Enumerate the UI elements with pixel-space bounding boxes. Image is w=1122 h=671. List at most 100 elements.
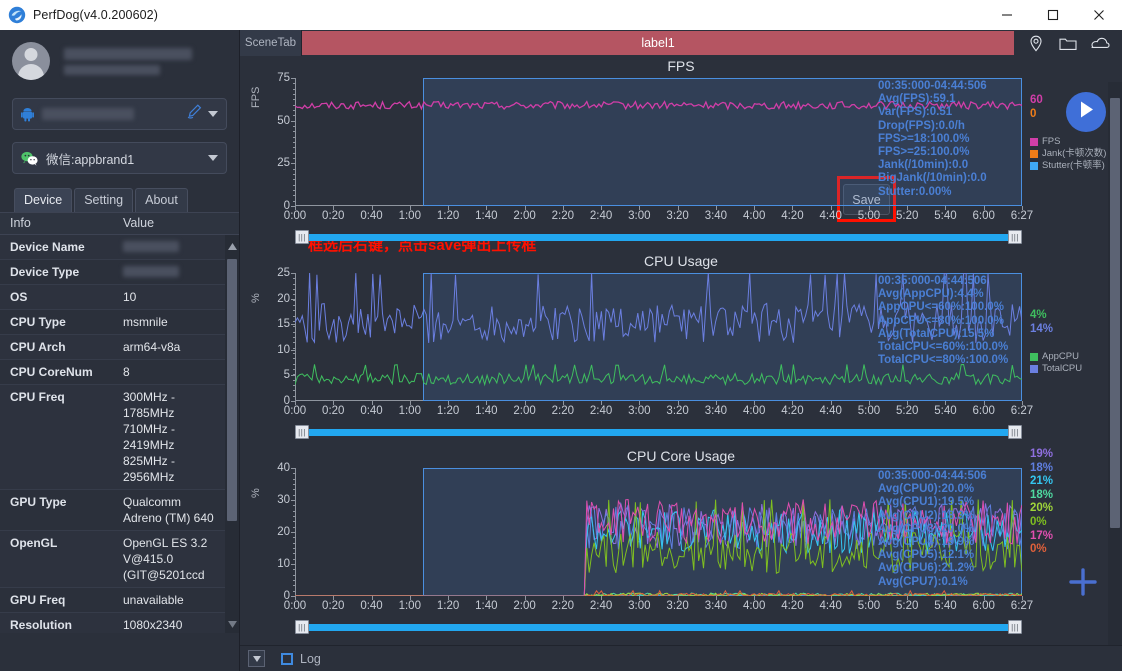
close-button[interactable] — [1076, 0, 1122, 30]
x-tick-mark — [639, 401, 641, 405]
y-tick-label: 25 — [277, 157, 290, 170]
legend-swatch — [1030, 150, 1038, 158]
table-row[interactable]: CPU Type msmnile — [0, 310, 239, 335]
slider-handle-right[interactable]: ||| — [1008, 620, 1022, 634]
info-value: 1080x2340 — [123, 618, 183, 632]
x-tick-label: 3:40 — [704, 405, 728, 417]
slider-track[interactable] — [295, 429, 1022, 436]
x-tick-mark — [448, 206, 450, 210]
legend-item[interactable]: FPS — [1030, 136, 1106, 148]
slider-handle-right[interactable]: ||| — [1008, 425, 1022, 439]
x-tick-mark — [601, 596, 603, 600]
current-value: 0% — [1030, 515, 1047, 528]
status-dropdown-button[interactable] — [248, 650, 265, 667]
plot-area[interactable]: 0 25 50 75 0:00 0:20 0:40 1:00 1:20 1:40 2:00 2:20 2… — [277, 72, 1033, 222]
device-selector[interactable] — [12, 98, 227, 130]
slider-handle-left[interactable]: ||| — [295, 425, 309, 439]
x-tick-label: 2:40 — [589, 600, 613, 612]
scroll-up-icon[interactable] — [225, 239, 239, 253]
y-tick-label: 25 — [277, 267, 290, 279]
plot-area[interactable]: 0 10 20 30 40 0:00 0:20 0:40 1:00 1:20 1:40 2:00 2:2… — [277, 462, 1033, 612]
sidebar-scrollbar[interactable] — [225, 235, 239, 633]
legend-swatch — [1030, 162, 1038, 170]
chevron-down-icon[interactable] — [208, 111, 218, 117]
scrollbar-thumb[interactable] — [227, 259, 237, 521]
table-row[interactable]: CPU Freq 300MHz - 1785MHz 710MHz - 2419MH… — [0, 385, 239, 490]
x-tick-label: 2:00 — [513, 210, 536, 222]
x-tick-label: 1:20 — [436, 600, 460, 612]
maximize-button[interactable] — [1030, 0, 1076, 30]
table-row[interactable]: Resolution 1080x2340 — [0, 613, 239, 633]
folder-icon[interactable] — [1058, 33, 1078, 53]
log-checkbox[interactable] — [281, 652, 293, 665]
chart-title: FPS — [667, 58, 695, 74]
chevron-down-icon[interactable] — [208, 155, 218, 161]
label-tab[interactable]: label1 — [302, 31, 1014, 55]
toolbar-icons — [1014, 30, 1122, 56]
x-tick-mark — [409, 596, 411, 600]
x-tick-mark — [715, 401, 717, 405]
cloud-icon[interactable] — [1090, 33, 1110, 53]
chart-fps: FPS FPS 0 25 50 75 0:00 0:20 0:40 1:00 1:20 1:40 2:0… — [240, 56, 1122, 251]
x-tick-mark — [677, 596, 679, 600]
x-tick-mark — [333, 401, 335, 405]
table-row[interactable]: Device Name — [0, 235, 239, 260]
table-row[interactable]: GPU Freq unavailable — [0, 588, 239, 613]
y-axis-label: % — [250, 293, 262, 303]
info-table: Device Name Device Type OS 10 CPU Type msmnil… — [0, 235, 239, 633]
device-name-redacted — [42, 108, 134, 120]
legend-item[interactable]: Stutter(卡顿率) — [1030, 160, 1106, 172]
slider-handle-left[interactable]: ||| — [295, 230, 309, 244]
x-tick-label: 1:00 — [398, 405, 421, 417]
log-label: Log — [300, 651, 321, 666]
x-tick-label: 1:40 — [475, 405, 498, 417]
minimize-button[interactable] — [984, 0, 1030, 30]
time-range-slider[interactable]: ||| ||| — [295, 425, 1022, 439]
tab-device[interactable]: Device — [14, 188, 73, 212]
table-row[interactable]: Device Type — [0, 260, 239, 285]
sidebar: 微信:appbrand1 Device Setting About Info V… — [0, 30, 240, 671]
tab-about[interactable]: About — [135, 188, 188, 212]
current-value: 0 — [1030, 107, 1037, 120]
slider-track[interactable] — [295, 234, 1022, 241]
time-range-slider[interactable]: ||| ||| — [295, 230, 1022, 244]
table-row[interactable]: OS 10 — [0, 285, 239, 310]
scroll-down-icon[interactable] — [225, 617, 239, 631]
slider-handle-right[interactable]: ||| — [1008, 230, 1022, 244]
info-value: 300MHz - 1785MHz 710MHz - 2419MHz 825MHz… — [123, 390, 176, 484]
x-tick-label: 3:20 — [666, 600, 689, 612]
x-tick-mark — [448, 596, 450, 600]
chart-stats: 00:35:000-04:44:506 Avg(AppCPU):4.4% App… — [878, 275, 1009, 367]
legend-item[interactable]: Jank(卡顿次数) — [1030, 148, 1106, 160]
tab-setting[interactable]: Setting — [74, 188, 134, 212]
table-row[interactable]: OpenGL OpenGL ES 3.2 V@415.0 (GIT@5201ccd — [0, 531, 239, 588]
slider-handle-left[interactable]: ||| — [295, 620, 309, 634]
y-tick-label: 20 — [277, 292, 290, 305]
plot-area[interactable]: 0 5 10 15 20 25 0:00 0:20 0:40 1:00 1:20 1:40 2:00 2:… — [277, 267, 1033, 417]
table-row[interactable]: GPU Type Qualcomm Adreno (TM) 640 — [0, 490, 239, 531]
pen-icon[interactable] — [186, 104, 202, 124]
legend-item[interactable]: TotalCPU — [1030, 363, 1082, 375]
x-tick-label: 2:20 — [551, 405, 575, 417]
app-selector[interactable]: 微信:appbrand1 — [12, 142, 227, 174]
chart-legend: AppCPU TotalCPU — [1030, 351, 1082, 375]
scene-tab[interactable]: SceneTab — [240, 30, 302, 56]
legend-item[interactable]: AppCPU — [1030, 351, 1082, 363]
app-selector-value: 微信:appbrand1 — [46, 152, 135, 167]
slider-track[interactable] — [295, 624, 1022, 631]
x-tick-label: 3:40 — [704, 210, 728, 222]
info-key: CPU Type — [10, 315, 66, 329]
x-tick-label: 0:20 — [322, 210, 345, 222]
x-tick-label: 2:00 — [513, 600, 536, 612]
current-value: 18% — [1030, 488, 1054, 501]
table-row[interactable]: CPU Arch arm64-v8a — [0, 335, 239, 360]
info-value: OpenGL ES 3.2 V@415.0 (GIT@5201ccd — [123, 536, 208, 582]
table-row[interactable]: CPU CoreNum 8 — [0, 360, 239, 385]
profile-name-redacted — [64, 47, 227, 75]
location-pin-icon[interactable] — [1026, 33, 1046, 53]
x-tick-mark — [945, 401, 947, 405]
time-range-slider[interactable]: ||| ||| — [295, 620, 1022, 634]
legend-label: Stutter(卡顿率) — [1042, 160, 1105, 171]
x-tick-label: 0:00 — [283, 600, 307, 612]
title-bar: PerfDog(v4.0.200602) — [0, 0, 1122, 30]
